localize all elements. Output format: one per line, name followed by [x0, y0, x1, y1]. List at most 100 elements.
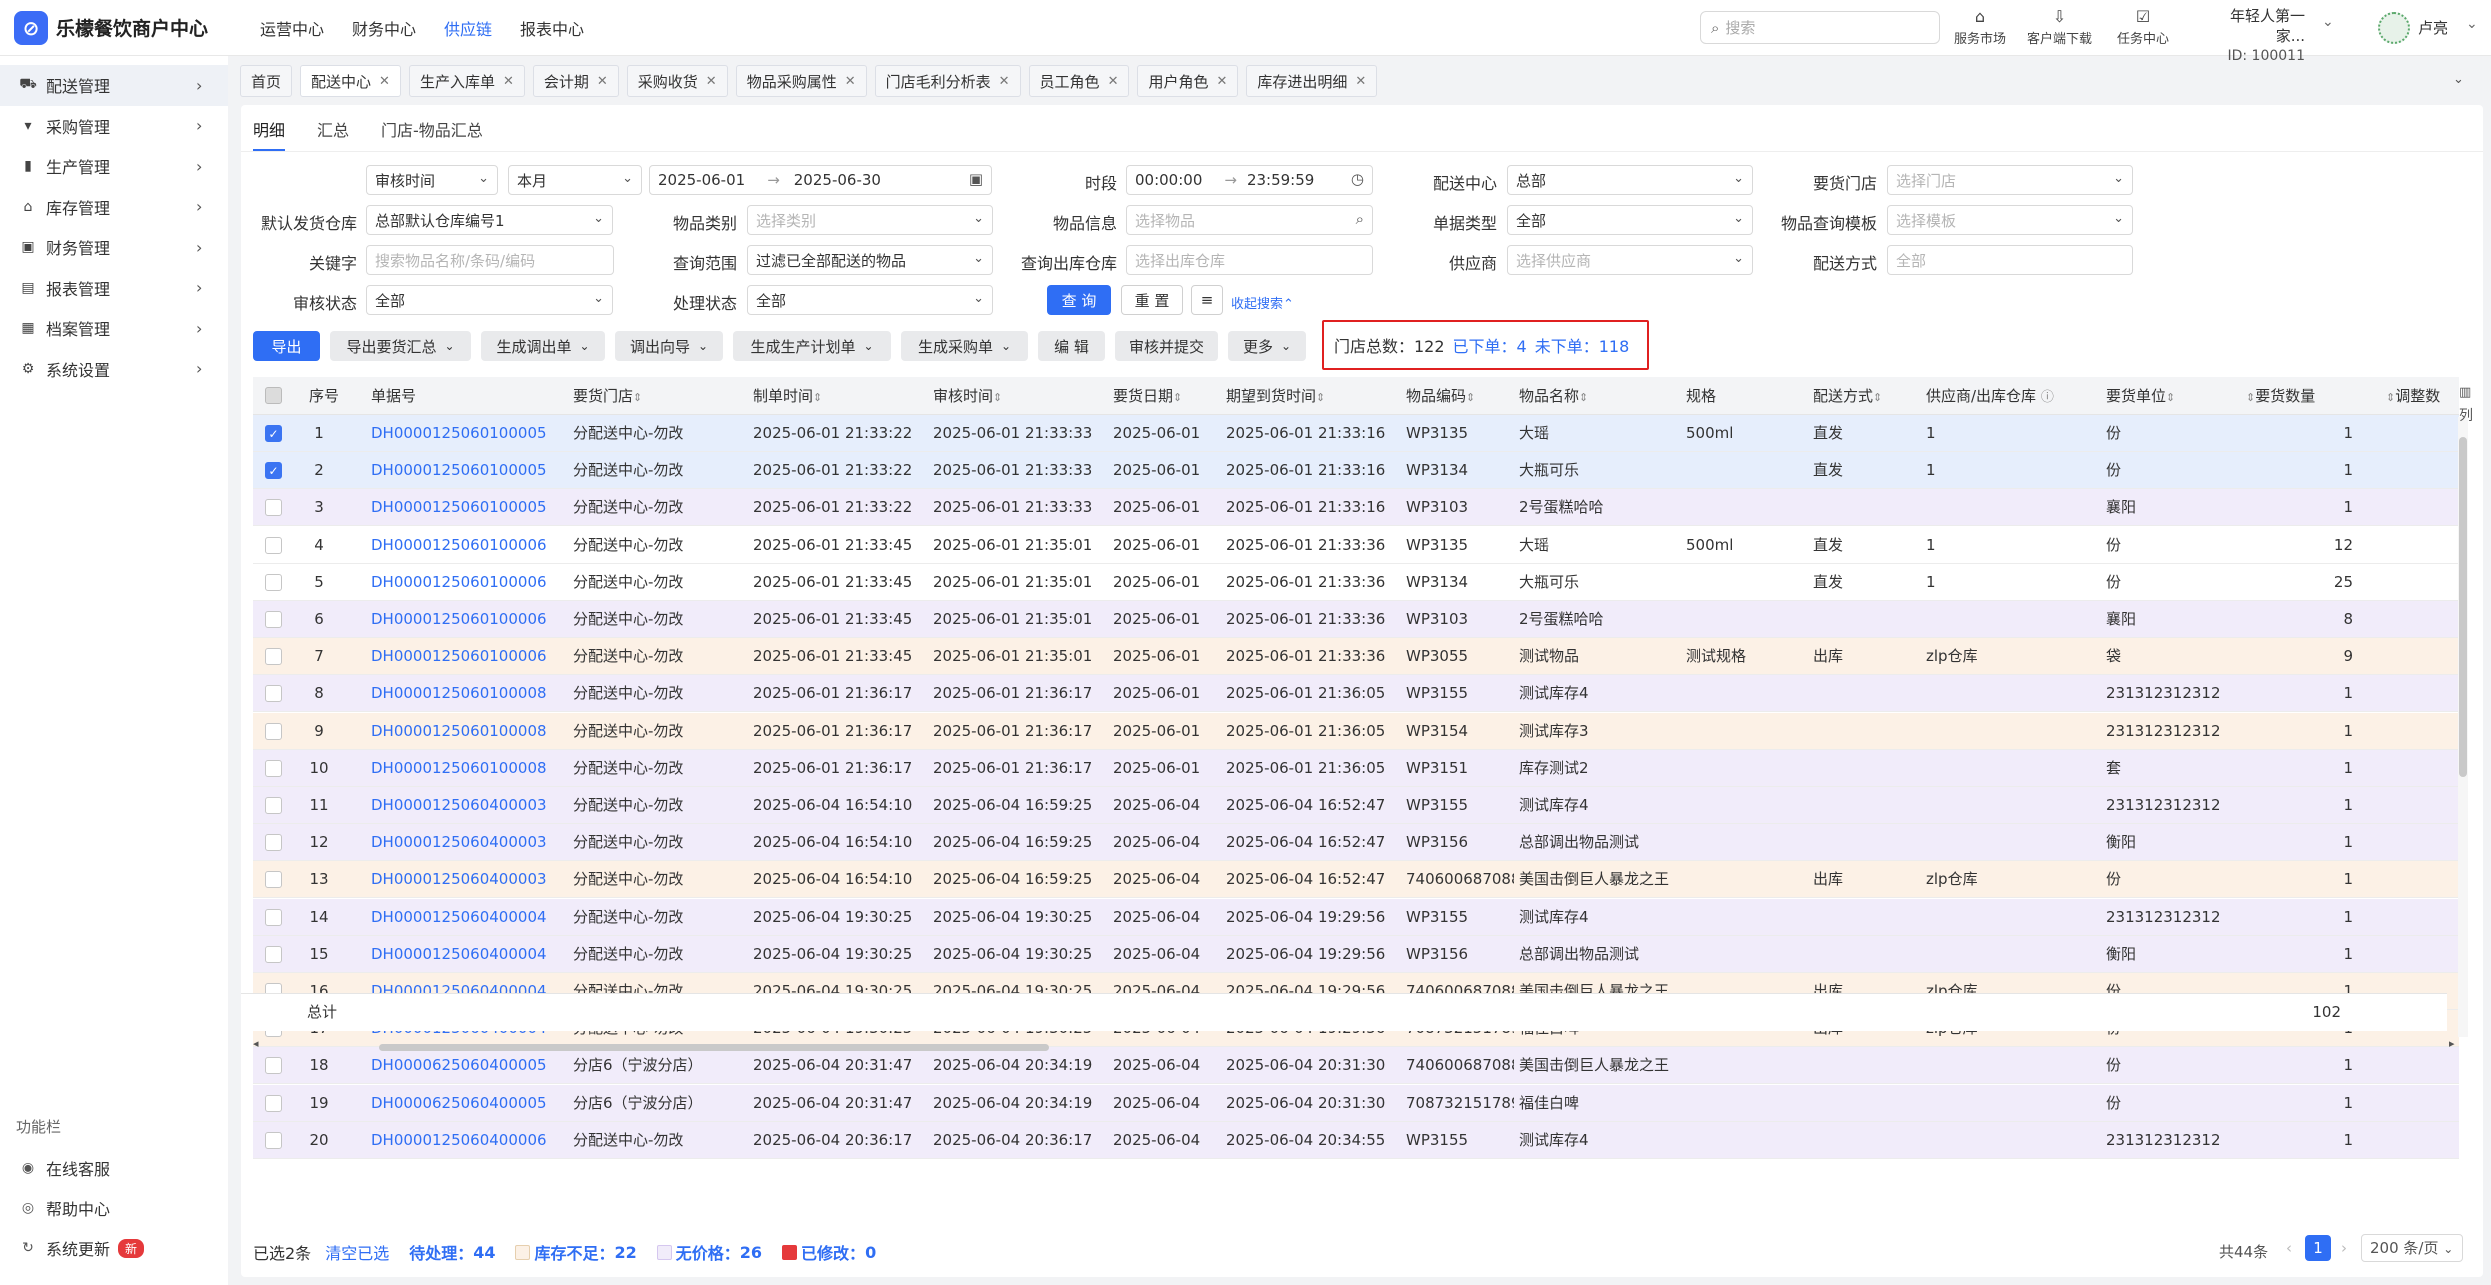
help-icon[interactable]: ⓘ	[2041, 390, 2054, 405]
cell-doc[interactable]: DH0000125060100006	[371, 638, 561, 675]
online-support-link[interactable]: ◉ 在线客服	[18, 1156, 110, 1180]
sidebar-item-settings[interactable]: ⚙ 系统设置 ›	[0, 349, 228, 390]
sidebar-item-archive[interactable]: ▦ 档案管理 ›	[0, 308, 228, 349]
stock-count[interactable]: 22	[615, 1243, 637, 1262]
horizontal-scrollbar[interactable]: ◂ ▸	[253, 1037, 2459, 1053]
price-count[interactable]: 26	[740, 1243, 762, 1262]
table-row[interactable]: 7 DH0000125060100006 分配送中心-勿改 2025-06-01 21…	[253, 638, 2459, 676]
process-status-select[interactable]: 全部 ⌄	[747, 285, 993, 315]
time-range-picker[interactable]: 00:00:00 → 23:59:59 ◷	[1126, 165, 1373, 195]
query-button[interactable]: 查 询	[1047, 285, 1111, 315]
row-checkbox[interactable]	[265, 945, 282, 963]
tabs-more-icon[interactable]: ⌄	[2453, 72, 2464, 87]
cell-doc[interactable]: DH0000125060400006	[371, 1122, 561, 1159]
scroll-thumb[interactable]	[2459, 437, 2467, 777]
cell-doc[interactable]: DH0000125060100008	[371, 750, 561, 787]
help-center-link[interactable]: ◎ 帮助中心	[18, 1196, 110, 1220]
chevron-down-icon[interactable]: ⌄	[2322, 14, 2334, 30]
tab-delivery-center[interactable]: 配送中心 ✕	[300, 65, 401, 97]
audit-status-select[interactable]: 全部 ⌄	[366, 285, 613, 315]
date-range-picker[interactable]: 2025-06-01 → 2025-06-30 ▣	[649, 165, 992, 195]
cell-doc[interactable]: DH0000125060100006	[371, 564, 561, 601]
tab-item-purchase-attr[interactable]: 物品采购属性 ✕	[735, 65, 867, 97]
date-range-select[interactable]: 本月 ⌄	[508, 165, 642, 195]
more-button[interactable]: 更多 ⌄	[1228, 331, 1306, 361]
col-method[interactable]: 配送方式⇕	[1813, 377, 1882, 415]
subtab-store-item-summary[interactable]: 门店-物品汇总	[381, 117, 483, 152]
table-row[interactable]: 3 DH0000125060100005 分配送中心-勿改 2025-06-01 21…	[253, 489, 2459, 527]
edit-button[interactable]: 编 辑	[1038, 331, 1105, 361]
cell-doc[interactable]: DH0000125060100005	[371, 452, 561, 489]
template-select[interactable]: 选择模板 ⌄	[1887, 205, 2133, 235]
col-item-code[interactable]: 物品编码⇕	[1406, 377, 1475, 415]
table-row[interactable]: 11 DH0000125060400003 分配送中心-勿改 2025-06-04 1…	[253, 787, 2459, 824]
export-button[interactable]: 导出	[253, 331, 320, 361]
table-row[interactable]: 13 DH0000125060400003 分配送中心-勿改 2025-06-04 1…	[253, 861, 2459, 899]
task-center-button[interactable]: ☑ 任务中心	[2117, 6, 2169, 47]
delivery-center-select[interactable]: 总部 ⌄	[1507, 165, 1753, 195]
gen-transfer-out-button[interactable]: 生成调出单 ⌄	[481, 331, 605, 361]
col-store[interactable]: 要货门店⇕	[573, 377, 642, 415]
transfer-wizard-button[interactable]: 调出向导 ⌄	[615, 331, 723, 361]
table-row[interactable]: ✓ 1 DH0000125060100005 分配送中心-勿改 2025-06-01 2…	[253, 415, 2459, 452]
row-checkbox[interactable]	[265, 1131, 282, 1149]
table-row[interactable]: 4 DH0000125060100006 分配送中心-勿改 2025-06-01 21…	[253, 526, 2459, 564]
user-name[interactable]: 卢亮	[2418, 17, 2448, 38]
global-search-input[interactable]: ⌕ 搜索	[1700, 11, 1940, 44]
row-checkbox[interactable]	[265, 834, 282, 852]
cell-doc[interactable]: DH0000125060400003	[371, 824, 561, 861]
unordered-count[interactable]: 未下单：118	[1535, 333, 1630, 357]
column-settings-icon[interactable]: ▥	[2459, 385, 2471, 400]
col-doc[interactable]: 单据号	[371, 377, 416, 415]
sidebar-item-reports[interactable]: ▤ 报表管理 ›	[0, 268, 228, 309]
gen-purchase-order-button[interactable]: 生成采购单 ⌄	[901, 331, 1028, 361]
close-icon[interactable]: ✕	[1216, 74, 1227, 89]
tab-stock-detail[interactable]: 库存进出明细 ✕	[1246, 65, 1378, 97]
sidebar-item-inventory[interactable]: ⌂ 库存管理 ›	[0, 187, 228, 228]
sidebar-item-production[interactable]: ▮ 生产管理 ›	[0, 146, 228, 187]
cell-doc[interactable]: DH0000125060100006	[371, 527, 561, 564]
row-checkbox[interactable]: ✓	[265, 425, 282, 442]
col-adjust[interactable]: ⇕调整数	[2386, 377, 2459, 415]
service-market-button[interactable]: ⌂ 服务市场	[1954, 6, 2006, 47]
close-icon[interactable]: ✕	[597, 74, 608, 89]
column-settings-label[interactable]: 列	[2459, 405, 2473, 425]
tab-user-role[interactable]: 用户角色 ✕	[1137, 65, 1239, 97]
table-row[interactable]: 15 DH0000125060400004 分配送中心-勿改 2025-06-04 1…	[253, 935, 2459, 973]
row-checkbox[interactable]	[265, 871, 282, 889]
app-logo[interactable]: ⊘ 乐檬餐饮商户中心	[14, 10, 234, 45]
topnav-reports[interactable]: 报表中心	[520, 16, 584, 40]
sidebar-item-delivery[interactable]: ⛟ 配送管理 ›	[0, 65, 228, 106]
doctype-select[interactable]: 全部 ⌄	[1507, 205, 1753, 235]
tab-production-inbound[interactable]: 生产入库单 ✕	[408, 65, 525, 97]
close-icon[interactable]: ✕	[1355, 74, 1366, 89]
keyword-input[interactable]: 搜索物品名称/条码/编码	[366, 245, 614, 275]
col-expected-time[interactable]: 期望到货时间⇕	[1226, 377, 1325, 415]
table-row[interactable]: 14 DH0000125060400004 分配送中心-勿改 2025-06-04 1…	[253, 898, 2459, 936]
table-row[interactable]: 8 DH0000125060100008 分配送中心-勿改 2025-06-01 21…	[253, 675, 2459, 713]
gen-production-plan-button[interactable]: 生成生产计划单 ⌄	[733, 331, 891, 361]
cell-doc[interactable]: DH0000125060400003	[371, 787, 561, 824]
col-item-name[interactable]: 物品名称⇕	[1519, 377, 1588, 415]
cell-doc[interactable]: DH0000125060400003	[371, 861, 561, 898]
table-row[interactable]: ✓ 2 DH0000125060100005 分配送中心-勿改 2025-06-01 2…	[253, 452, 2459, 490]
reset-button[interactable]: 重 置	[1121, 285, 1183, 315]
warehouse-select[interactable]: 总部默认仓库编号1 ⌄	[366, 205, 613, 235]
row-checkbox[interactable]	[265, 573, 282, 591]
topnav-supply[interactable]: 供应链	[444, 16, 492, 40]
row-checkbox[interactable]	[265, 536, 282, 554]
filter-settings-icon[interactable]: ≡	[1191, 285, 1223, 315]
table-row[interactable]: 5 DH0000125060100006 分配送中心-勿改 2025-06-01 21…	[253, 563, 2459, 601]
row-checkbox[interactable]	[265, 1094, 282, 1112]
cell-doc[interactable]: DH0000125060100005	[371, 415, 561, 452]
close-icon[interactable]: ✕	[999, 74, 1010, 89]
row-checkbox[interactable]	[265, 908, 282, 926]
subtab-detail[interactable]: 明细	[253, 117, 286, 152]
table-row[interactable]: 19 DH0000625060400005 分店6（宁波分店） 2025-06-04 …	[253, 1084, 2459, 1122]
col-unit[interactable]: 要货单位⇕	[2106, 377, 2175, 415]
sidebar-item-finance[interactable]: ▣ 财务管理 ›	[0, 227, 228, 268]
col-qty[interactable]: ⇕要货数量	[2246, 377, 2315, 415]
system-update-link[interactable]: ↻ 系统更新新	[18, 1236, 145, 1260]
org-switcher[interactable]: 年轻人第一家... ID: 100011	[2205, 6, 2305, 66]
close-icon[interactable]: ✕	[1108, 74, 1119, 89]
